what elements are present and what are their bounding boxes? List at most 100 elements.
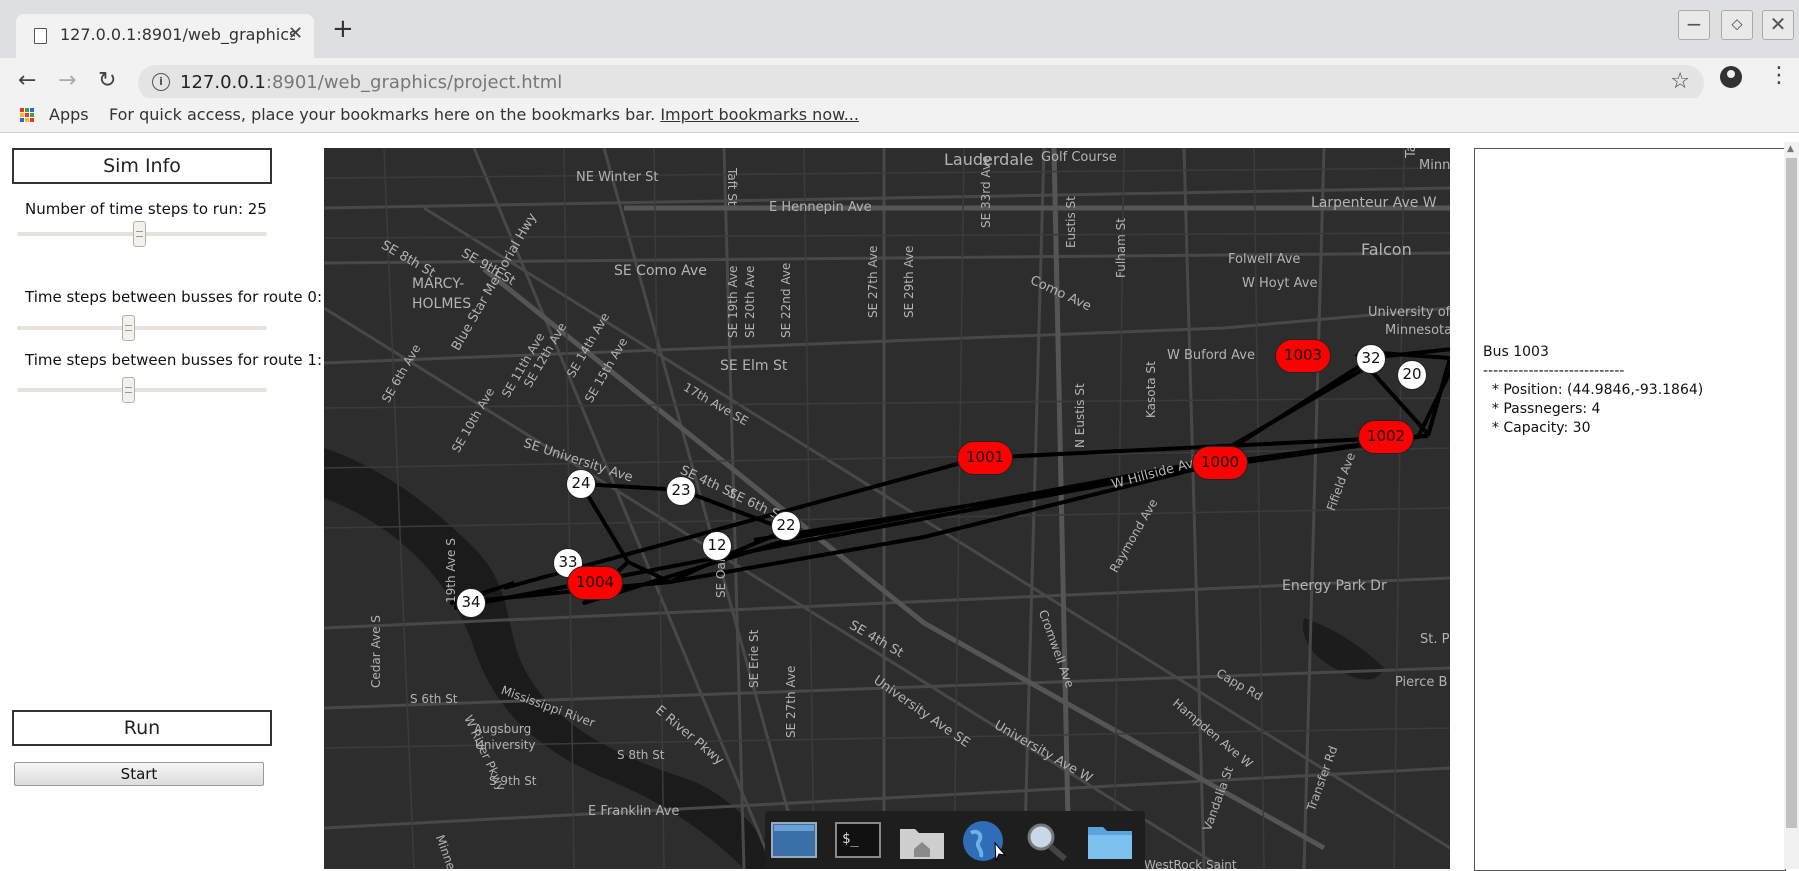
tab-close-icon[interactable]: ✕ [288, 23, 303, 44]
bus-info-panel: Bus 1003 ---------------------------- * P… [1474, 148, 1786, 871]
sim-info-heading: Sim Info [12, 148, 272, 184]
scroll-up-arrow-icon[interactable]: ▲ [1787, 144, 1794, 154]
street-label: Eustis St [1064, 196, 1078, 248]
street-label: S 6th St [410, 692, 458, 706]
street-label: MARCY- [412, 276, 465, 292]
street-label: Golf Course [1041, 150, 1117, 165]
street-label: SE Elm St [720, 358, 788, 374]
street-label: SE Erie St [747, 629, 761, 688]
forward-arrow-icon[interactable]: → [58, 66, 76, 96]
street-label: Larpenteur Ave W [1311, 195, 1437, 211]
map-view[interactable]: Lauderdale Golf Course NE Winter St E Henne… [324, 148, 1450, 869]
start-button[interactable]: Start [14, 762, 264, 786]
desktop-icon[interactable] [769, 819, 819, 863]
route1-slider-thumb[interactable] [122, 377, 135, 403]
bus-marker[interactable]: 1000 [1192, 446, 1248, 480]
timesteps-slider-thumb[interactable] [133, 221, 146, 247]
close-window-icon[interactable]: ✕ [1762, 10, 1794, 40]
route0-slider[interactable] [17, 315, 267, 341]
street-label: E Franklin Ave [588, 804, 680, 819]
route0-slider-thumb[interactable] [122, 315, 135, 341]
stop-marker[interactable]: 20 [1397, 360, 1427, 390]
scrollbar-thumb[interactable] [1786, 158, 1797, 828]
new-tab-plus-icon[interactable]: + [332, 15, 354, 43]
street-label: SE Como Ave [614, 263, 707, 279]
page-document-icon [34, 28, 47, 44]
street-label: Folwell Ave [1228, 252, 1301, 267]
address-bar[interactable]: i 127.0.0.1:8901/web_graphics/project.ht… [138, 65, 1704, 101]
street-label: S 8th St [617, 748, 665, 762]
bus-capacity: * Capacity: 30 [1483, 420, 1591, 436]
route1-slider[interactable] [17, 377, 267, 403]
tab-title: 127.0.0.1:8901/web_graphics [60, 25, 295, 44]
folder-icon[interactable] [1085, 819, 1135, 863]
bus-marker[interactable]: 1003 [1275, 339, 1331, 373]
street-label: W Hoyt Ave [1242, 276, 1318, 291]
account-icon[interactable] [1720, 66, 1742, 88]
page-scrollbar[interactable]: ▲ [1784, 142, 1799, 869]
stop-marker[interactable]: 34 [456, 588, 486, 618]
street-label: SE 27th Ave [866, 245, 880, 318]
street-label: S 9th St [489, 774, 537, 788]
site-info-icon[interactable]: i [152, 73, 170, 91]
minimize-window-icon[interactable]: − [1678, 10, 1710, 40]
street-label: SE 27th Ave [784, 665, 798, 738]
desktop-dock: $_ [765, 811, 1145, 869]
bookmark-star-icon[interactable]: ☆ [1670, 69, 1690, 94]
street-label: 19th Ave S [444, 538, 458, 603]
browser-tab[interactable]: 127.0.0.1:8901/web_graphics ✕ [16, 14, 314, 58]
street-label: E Hennepin Ave [769, 200, 872, 215]
svg-text:$_: $_ [842, 831, 859, 847]
bus-details: Bus 1003 ---------------------------- * P… [1483, 343, 1703, 438]
street-label: SE 33rd Ave [979, 155, 993, 228]
street-label: Minne [1419, 158, 1450, 173]
import-bookmarks-link[interactable]: Import bookmarks now... [660, 105, 859, 124]
street-label: W Buford Ave [1167, 348, 1255, 363]
street-label: Kasota St [1144, 361, 1158, 418]
url-text[interactable]: 127.0.0.1:8901/web_graphics/project.html [180, 72, 562, 93]
route1-label: Time steps between busses for route 1: 5 [25, 351, 337, 369]
bus-marker[interactable]: 1002 [1358, 420, 1414, 454]
reload-icon[interactable]: ↻ [98, 66, 116, 96]
stop-marker[interactable]: 23 [666, 476, 696, 506]
back-arrow-icon[interactable]: ← [18, 66, 36, 96]
search-magnifier-icon[interactable] [1021, 819, 1071, 863]
street-label: SE 22nd Ave [779, 262, 793, 338]
street-label: Energy Park Dr [1282, 578, 1387, 594]
bus-title: Bus 1003 [1483, 344, 1549, 360]
stop-marker[interactable]: 12 [702, 531, 732, 561]
street-label: Taft St [725, 168, 739, 206]
street-label: Fulham St [1114, 218, 1128, 278]
browser-globe-icon[interactable] [961, 819, 1011, 863]
bus-marker[interactable]: 1001 [957, 441, 1013, 475]
bus-marker[interactable]: 1004 [567, 566, 623, 600]
street-label: Cedar Ave S [369, 615, 383, 688]
tab-strip: 127.0.0.1:8901/web_graphics ✕ + − ⬦ ✕ [0, 0, 1799, 58]
street-label: N Eustis St [1073, 383, 1087, 448]
apps-grid-icon[interactable] [20, 108, 34, 122]
street-label: SE 20th Ave [743, 265, 757, 338]
stop-marker[interactable]: 24 [566, 469, 596, 499]
street-label: Tatum [1404, 148, 1419, 158]
street-label: St. P [1420, 632, 1450, 647]
street-label: HOLMES [412, 296, 472, 312]
bookmarks-hint: For quick access, place your bookmarks h… [109, 105, 859, 124]
browser-menu-icon[interactable]: ⋮ [1768, 62, 1790, 90]
bus-position: * Position: (44.9846,-93.1864) [1483, 382, 1704, 398]
street-label: Minnesota [1385, 323, 1450, 338]
terminal-icon[interactable]: $_ [833, 819, 883, 863]
street-label: Falcon [1361, 240, 1412, 259]
apps-label[interactable]: Apps [49, 105, 89, 124]
maximize-window-icon[interactable]: ⬦ [1721, 10, 1753, 40]
stop-marker[interactable]: 22 [771, 511, 801, 541]
street-label: University [475, 738, 536, 752]
timesteps-slider[interactable] [17, 221, 267, 247]
home-folder-icon[interactable] [897, 819, 947, 863]
bookmarks-bar: Apps For quick access, place your bookma… [0, 98, 1799, 133]
street-label: NE Winter St [576, 170, 659, 185]
street-label: WestRock Saint [1144, 858, 1237, 869]
bus-divider: ---------------------------- [1483, 363, 1625, 379]
street-label: SE 19th Ave [726, 265, 740, 338]
stop-marker[interactable]: 32 [1356, 344, 1386, 374]
street-label: Pierce B [1395, 675, 1448, 690]
